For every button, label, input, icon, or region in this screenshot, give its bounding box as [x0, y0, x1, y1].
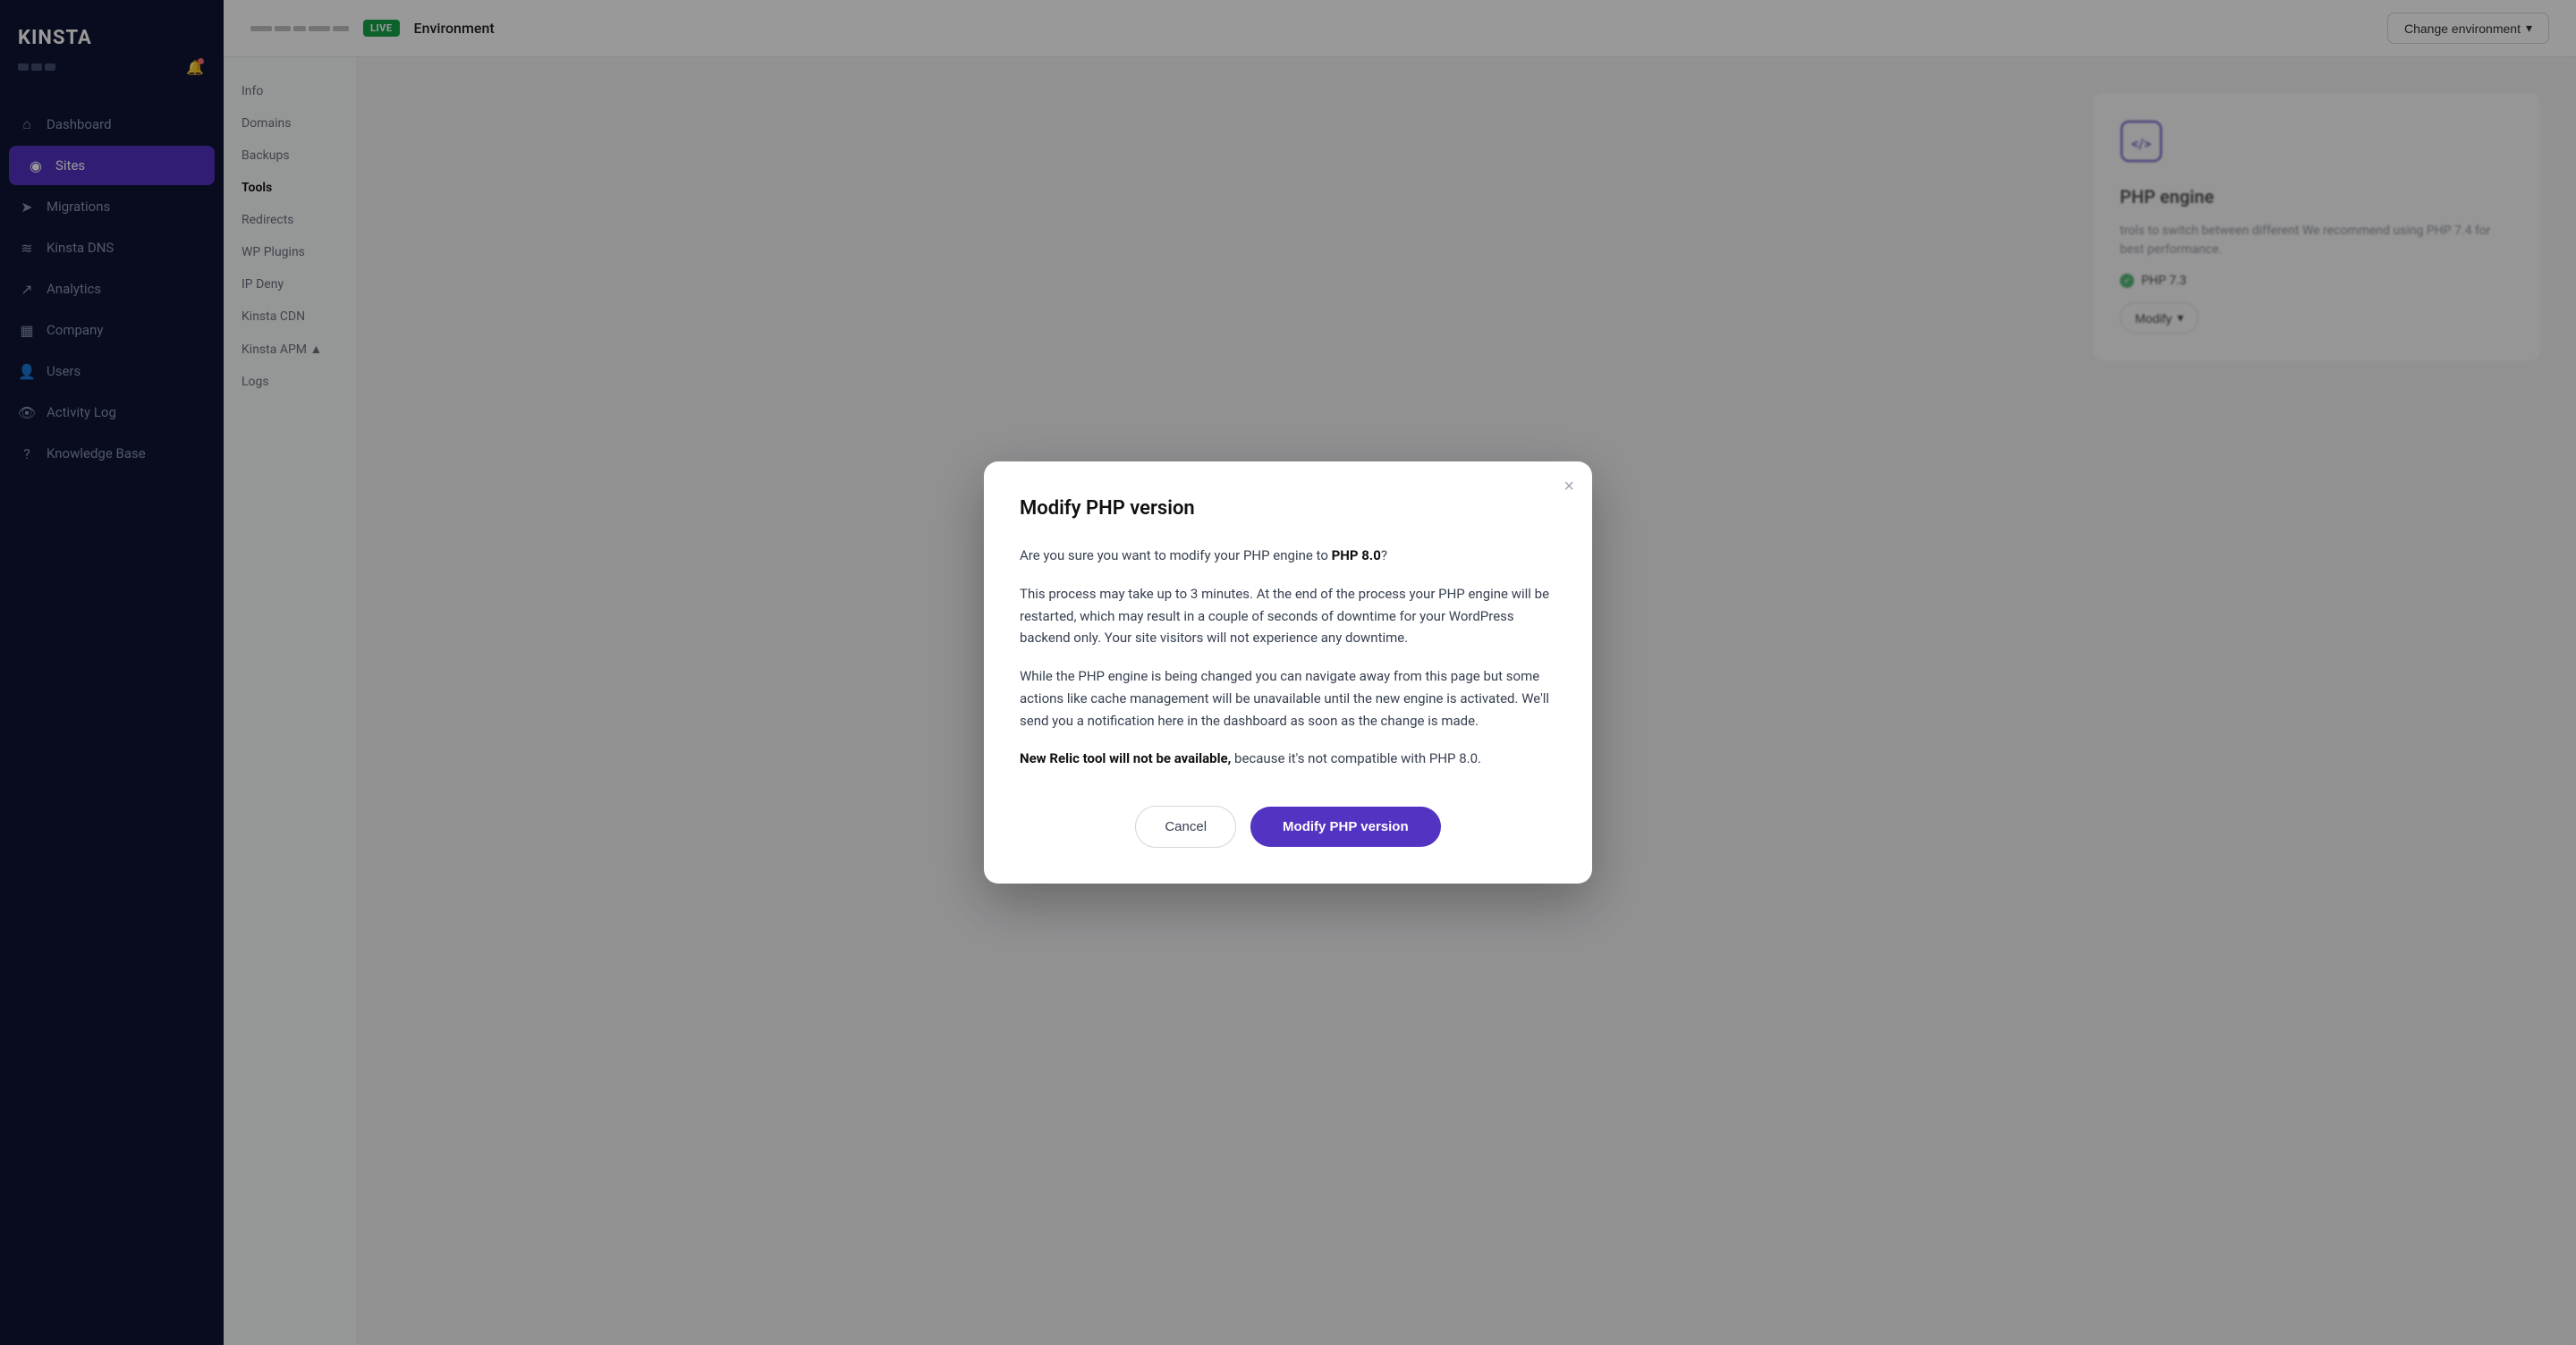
cancel-button[interactable]: Cancel [1135, 806, 1236, 848]
modal-footer: Cancel Modify PHP version [1020, 806, 1556, 848]
main-area: LIVE Environment Change environment ▾ In… [224, 0, 2576, 1345]
modal-p4-suffix: because it's not compatible with PHP 8.0… [1231, 750, 1481, 766]
modal-new-relic-bold: New Relic tool will not be available, [1020, 750, 1231, 766]
modal-p1-suffix: ? [1381, 547, 1387, 563]
modal-title: Modify PHP version [1020, 497, 1556, 520]
confirm-modify-php-button[interactable]: Modify PHP version [1250, 807, 1441, 847]
modal-overlay: × Modify PHP version Are you sure you wa… [224, 0, 2576, 1345]
modal-paragraph-4: New Relic tool will not be available, be… [1020, 748, 1556, 770]
modal-p1-prefix: Are you sure you want to modify your PHP… [1020, 547, 1332, 563]
modify-php-modal: × Modify PHP version Are you sure you wa… [984, 461, 1592, 884]
modal-body: Are you sure you want to modify your PHP… [1020, 545, 1556, 770]
modal-paragraph-3: While the PHP engine is being changed yo… [1020, 665, 1556, 732]
modal-paragraph-1: Are you sure you want to modify your PHP… [1020, 545, 1556, 567]
modal-paragraph-2: This process may take up to 3 minutes. A… [1020, 583, 1556, 649]
modal-php-version-bold: PHP 8.0 [1332, 547, 1381, 563]
modal-close-button[interactable]: × [1563, 478, 1574, 495]
